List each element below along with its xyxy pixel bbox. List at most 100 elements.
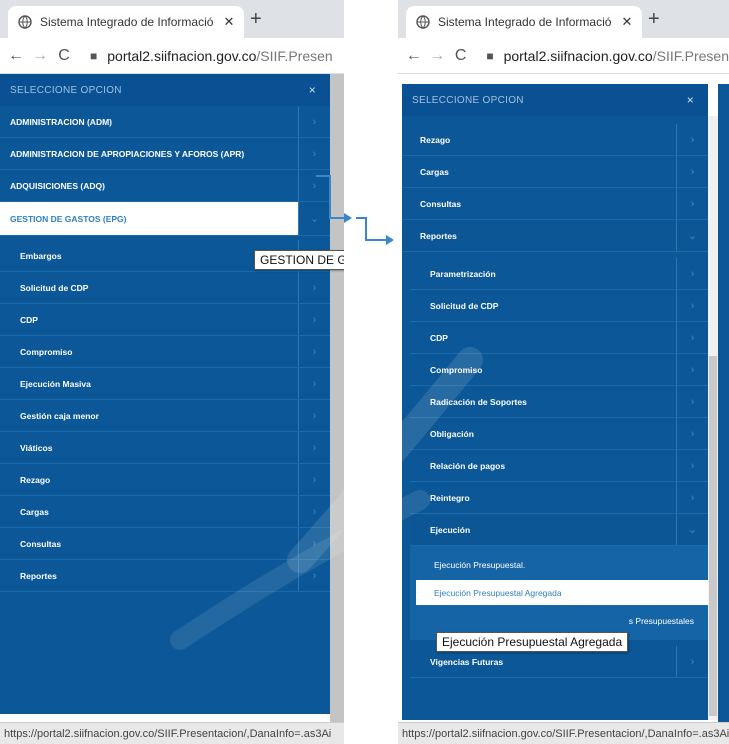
chevron-right-icon: › [676, 156, 708, 187]
menu-item-apr[interactable]: ADMINISTRACION DE APROPIACIONES Y AFOROS… [0, 138, 330, 170]
chevron-right-icon: › [298, 304, 330, 335]
browser-tab[interactable]: Sistema Integrado de Informació ✕ [8, 6, 245, 38]
submenu-reportes: Parametrización › Solicitud de CDP › CDP › … [410, 252, 708, 678]
tab-title: Sistema Integrado de Informació [438, 15, 612, 29]
deep-item-label: Ejecución Presupuestal. [434, 560, 526, 570]
submenu-item[interactable]: CDP › [0, 304, 330, 336]
chevron-right-icon: › [676, 418, 708, 449]
chevron-right-icon: › [298, 138, 330, 169]
submenu-item[interactable]: CDP › [410, 322, 708, 354]
menu-item-consultas[interactable]: Consultas › [402, 188, 708, 220]
tooltip: GESTION DE GAS [254, 250, 344, 270]
back-icon[interactable]: ← [4, 47, 28, 65]
menu-item-label: Reportes [420, 230, 457, 241]
lock-icon: ■ [90, 48, 98, 63]
chevron-down-icon: ⌄ [676, 220, 708, 251]
chevron-right-icon: › [676, 482, 708, 513]
menu-header-title: SELECCIONE OPCION [412, 94, 524, 106]
menu-item-adq[interactable]: ADQUISICIONES (ADQ) › [0, 170, 330, 202]
submenu-item-label: Reintegro [430, 492, 470, 503]
submenu-item[interactable]: Solicitud de CDP › [0, 272, 330, 304]
submenu-item[interactable]: Rezago › [0, 464, 330, 496]
submenu-item[interactable]: Parametrización › [410, 258, 708, 290]
submenu-item[interactable]: Solicitud de CDP › [410, 290, 708, 322]
submenu-item[interactable]: Obligación › [410, 418, 708, 450]
submenu-item[interactable]: Reintegro › [410, 482, 708, 514]
submenu-item-label: Ejecución [430, 524, 471, 535]
chevron-right-icon: › [676, 258, 708, 289]
left-browser-window: Sistema Integrado de Informació ✕ + ← → … [0, 0, 344, 744]
submenu-item-label: Radicación de Soportes [430, 396, 527, 407]
forward-icon[interactable]: → [425, 47, 448, 65]
reload-icon[interactable]: C [52, 47, 76, 65]
submenu-item[interactable]: Radicación de Soportes › [410, 386, 708, 418]
close-tab-icon[interactable]: ✕ [223, 14, 234, 30]
menu-item-adm[interactable]: ADMINISTRACION (ADM) › [0, 106, 330, 138]
chevron-right-icon: › [676, 450, 708, 481]
submenu-item[interactable]: Compromiso › [0, 336, 330, 368]
status-bar: https://portal2.siifnacion.gov.co/SIIF.P… [398, 722, 729, 744]
submenu-item-label: Rezago [20, 474, 51, 485]
submenu-item-label: Relación de pagos [430, 460, 506, 471]
scrollbar[interactable] [708, 116, 718, 720]
url-path: /SIIF.Presen [256, 47, 333, 64]
menu-item-rezago[interactable]: Rezago › [402, 124, 708, 156]
menu-header: SELECCIONE OPCION × [0, 74, 330, 106]
submenu-item[interactable]: Cargas › [0, 496, 330, 528]
menu-scroll-offset [402, 116, 708, 124]
url-field[interactable]: portal2.siifnacion.gov.co/SIIF.Presen [504, 48, 729, 64]
submenu-item[interactable]: Compromiso › [410, 354, 708, 386]
menu-close-icon[interactable]: × [309, 83, 316, 97]
submenu-item[interactable]: Reportes › [0, 560, 330, 592]
url-field[interactable]: portal2.siifnacion.gov.co/SIIF.Presen [107, 48, 332, 64]
chevron-right-icon: › [676, 124, 708, 155]
submenu-item-label: CDP [20, 314, 38, 325]
reload-icon[interactable]: C [449, 47, 472, 65]
chevron-right-icon: › [298, 432, 330, 463]
menu-item-cargas[interactable]: Cargas › [402, 156, 708, 188]
url-path: /SIIF.Presen [652, 47, 729, 64]
submenu-item-label: Obligación [430, 428, 474, 439]
globe-icon [18, 15, 32, 29]
deep-item-selected[interactable]: Ejecución Presupuestal Agregada [416, 580, 708, 606]
menu-item-epg-selected[interactable]: GESTION DE GASTOS (EPG) ⌄ [0, 202, 330, 236]
submenu-item-label: Vigencias Futuras [430, 656, 504, 667]
submenu-item[interactable]: Consultas › [0, 528, 330, 560]
submenu-item-label: Compromiso [430, 364, 483, 375]
back-icon[interactable]: ← [402, 47, 425, 65]
options-menu: SELECCIONE OPCION × Rezago › Cargas › Cons… [402, 84, 708, 720]
menu-item-reportes-expanded[interactable]: Reportes ⌄ [402, 220, 708, 252]
forward-icon[interactable]: → [28, 47, 52, 65]
deep-item-label: s Presupuestales [628, 616, 694, 626]
close-tab-icon[interactable]: ✕ [621, 14, 632, 30]
deep-item[interactable]: Ejecución Presupuestal. [410, 550, 708, 580]
chevron-right-icon: › [298, 560, 330, 591]
new-tab-icon[interactable]: + [250, 8, 262, 31]
menu-item-label: Consultas [420, 198, 462, 209]
menu-close-icon[interactable]: × [687, 93, 694, 107]
browser-tab[interactable]: Sistema Integrado de Informació ✕ [406, 6, 643, 38]
chevron-right-icon: › [298, 272, 330, 303]
submenu-item-label: Ejecución Masiva [20, 378, 91, 389]
tab-title: Sistema Integrado de Informació [40, 15, 214, 29]
submenu-item[interactable]: Gestión caja menor › [0, 400, 330, 432]
submenu-item-label: Consultas [20, 538, 62, 549]
chevron-down-icon: ⌄ [298, 202, 330, 235]
submenu-item[interactable]: Viáticos › [0, 432, 330, 464]
address-bar: ← → C ■ portal2.siifnacion.gov.co/SIIF.P… [0, 38, 344, 74]
chevron-right-icon: › [676, 290, 708, 321]
menu-header: SELECCIONE OPCION × [402, 84, 708, 116]
chevron-down-icon: ⌄ [676, 514, 708, 545]
chevron-right-icon: › [676, 354, 708, 385]
submenu-epg: Embargos› Solicitud de CDP› CDP› Comprom… [0, 236, 330, 592]
deep-item-label: Ejecución Presupuestal Agregada [434, 587, 562, 598]
submenu-item[interactable]: Relación de pagos › [410, 450, 708, 482]
chevron-right-icon: › [298, 170, 330, 201]
tooltip: Ejecución Presupuestal Agregada [436, 632, 629, 652]
submenu-item-ejecucion-expanded[interactable]: Ejecución ⌄ [410, 514, 708, 546]
new-tab-icon[interactable]: + [648, 8, 660, 31]
chevron-right-icon: › [298, 400, 330, 431]
menu-item-label: Rezago [420, 134, 451, 145]
scrollbar-thumb[interactable] [709, 356, 717, 716]
submenu-item[interactable]: Ejecución Masiva › [0, 368, 330, 400]
